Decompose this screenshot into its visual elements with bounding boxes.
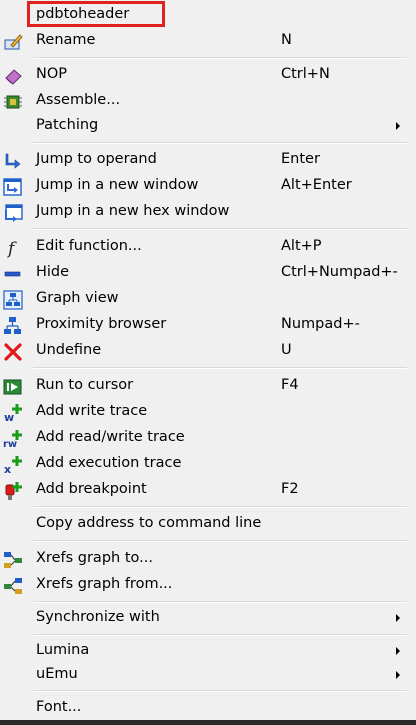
eraser-icon bbox=[3, 66, 23, 86]
menu-separator bbox=[33, 690, 407, 692]
menu-item-shortcut: N bbox=[281, 32, 292, 48]
jump-arrow-icon bbox=[3, 151, 23, 171]
menu-item-label: Copy address to command line bbox=[36, 515, 262, 531]
menu-item-add-write-trace[interactable]: w Add write trace bbox=[0, 400, 410, 424]
menu-item-label: Xrefs graph to... bbox=[36, 550, 153, 566]
menu-item-nop[interactable]: NOP Ctrl+N bbox=[0, 63, 410, 87]
menu-item-label: uEmu bbox=[36, 666, 78, 682]
menu-item-label: Rename bbox=[36, 32, 96, 48]
graph-icon bbox=[3, 290, 23, 310]
menu-item-shortcut: U bbox=[281, 342, 292, 358]
menu-item-shortcut: Numpad+- bbox=[281, 316, 360, 332]
menu-item-undefine[interactable]: Undefine U bbox=[0, 339, 410, 363]
menu-item-label: Add write trace bbox=[36, 403, 148, 419]
tree-icon bbox=[3, 316, 23, 336]
menu-separator bbox=[33, 228, 407, 230]
submenu-arrow-icon bbox=[396, 647, 400, 655]
menu-item-label: Edit function... bbox=[36, 238, 142, 254]
menu-separator bbox=[33, 601, 407, 603]
menu-item-label: Jump in a new hex window bbox=[36, 203, 230, 219]
svg-text:f: f bbox=[6, 239, 17, 258]
chip-icon bbox=[3, 92, 23, 112]
function-icon: f bbox=[3, 238, 23, 258]
menu-item-shortcut: F2 bbox=[281, 481, 299, 497]
menu-item-label: Jump in a new window bbox=[36, 177, 199, 193]
menu-item-font[interactable]: Font... bbox=[0, 696, 410, 720]
submenu-arrow-icon bbox=[396, 671, 400, 679]
xrefs-to-icon bbox=[3, 550, 23, 570]
menu-item-edit-function[interactable]: f Edit function... Alt+P bbox=[0, 235, 410, 259]
menu-item-shortcut: Enter bbox=[281, 151, 320, 167]
menu-item-jump-new-window[interactable]: Jump in a new window Alt+Enter bbox=[0, 174, 410, 198]
write-trace-icon: w bbox=[3, 403, 23, 423]
menu-item-patching[interactable]: Patching bbox=[0, 114, 410, 138]
rename-icon bbox=[3, 32, 23, 52]
menu-item-label: Add read/write trace bbox=[36, 429, 185, 445]
menu-item-label: Lumina bbox=[36, 642, 90, 658]
menu-item-label: Graph view bbox=[36, 290, 119, 306]
menu-item-label: Font... bbox=[36, 699, 82, 715]
run-icon bbox=[3, 377, 23, 397]
jump-hex-window-icon bbox=[3, 203, 23, 223]
svg-text:w: w bbox=[4, 411, 14, 423]
menu-item-label: Run to cursor bbox=[36, 377, 134, 393]
menu-item-graph-view[interactable]: Graph view bbox=[0, 287, 410, 311]
menu-separator bbox=[33, 506, 407, 508]
menu-separator bbox=[33, 634, 407, 636]
menu-item-xrefs-graph-from[interactable]: Xrefs graph from... bbox=[0, 573, 410, 597]
menu-item-xrefs-graph-to[interactable]: Xrefs graph to... bbox=[0, 547, 410, 571]
menu-item-label: Jump to operand bbox=[36, 151, 157, 167]
minus-icon bbox=[3, 264, 23, 284]
menu-item-label: Hide bbox=[36, 264, 70, 280]
menu-separator bbox=[33, 57, 407, 59]
menu-item-label: Xrefs graph from... bbox=[36, 576, 173, 592]
menu-item-shortcut: Alt+P bbox=[281, 238, 322, 254]
menu-item-shortcut: Ctrl+Numpad+- bbox=[281, 264, 398, 280]
menu-separator bbox=[33, 367, 407, 369]
menu-item-lumina[interactable]: Lumina bbox=[0, 639, 410, 663]
breakpoint-icon bbox=[3, 481, 23, 501]
menu-separator bbox=[33, 142, 407, 144]
menu-item-add-breakpoint[interactable]: Add breakpoint F2 bbox=[0, 478, 410, 502]
svg-text:rw: rw bbox=[3, 439, 17, 449]
menu-item-run-to-cursor[interactable]: Run to cursor F4 bbox=[0, 374, 410, 398]
menu-item-synchronize-with[interactable]: Synchronize with bbox=[0, 606, 410, 630]
menu-item-proximity-browser[interactable]: Proximity browser Numpad+- bbox=[0, 313, 410, 337]
menu-item-add-execution-trace[interactable]: x Add execution trace bbox=[0, 452, 410, 476]
read-write-trace-icon: rw bbox=[3, 429, 23, 449]
menu-separator bbox=[33, 540, 407, 542]
background-window-strip bbox=[0, 720, 416, 725]
menu-item-rename[interactable]: Rename N bbox=[0, 29, 410, 53]
highlight-box bbox=[27, 1, 165, 27]
menu-item-jump-to-operand[interactable]: Jump to operand Enter bbox=[0, 148, 410, 172]
menu-item-add-read-write-trace[interactable]: rw Add read/write trace bbox=[0, 426, 410, 450]
menu-item-label: Assemble... bbox=[36, 92, 121, 108]
menu-item-assemble[interactable]: Assemble... bbox=[0, 89, 410, 113]
menu-item-label: Patching bbox=[36, 117, 99, 133]
menu-item-label: NOP bbox=[36, 66, 68, 82]
menu-item-uemu[interactable]: uEmu bbox=[0, 663, 410, 687]
menu-item-shortcut: F4 bbox=[281, 377, 299, 393]
menu-item-label: Proximity browser bbox=[36, 316, 167, 332]
xrefs-from-icon bbox=[3, 576, 23, 596]
context-menu: pdbtoheader Rename N NOP Ctrl+N Assemble… bbox=[0, 0, 416, 725]
submenu-arrow-icon bbox=[396, 614, 400, 622]
menu-item-shortcut: Alt+Enter bbox=[281, 177, 352, 193]
execution-trace-icon: x bbox=[3, 455, 23, 475]
jump-window-icon bbox=[3, 177, 23, 197]
svg-text:x: x bbox=[4, 463, 11, 475]
menu-item-label: Undefine bbox=[36, 342, 102, 358]
submenu-arrow-icon bbox=[396, 122, 400, 130]
menu-item-jump-new-hex-window[interactable]: Jump in a new hex window bbox=[0, 200, 410, 224]
menu-item-label: Add breakpoint bbox=[36, 481, 147, 497]
menu-item-copy-address[interactable]: Copy address to command line bbox=[0, 512, 410, 536]
menu-item-hide[interactable]: Hide Ctrl+Numpad+- bbox=[0, 261, 410, 285]
menu-item-label: Add execution trace bbox=[36, 455, 182, 471]
menu-item-label: Synchronize with bbox=[36, 609, 160, 625]
menu-item-shortcut: Ctrl+N bbox=[281, 66, 330, 82]
red-x-icon bbox=[3, 342, 23, 362]
